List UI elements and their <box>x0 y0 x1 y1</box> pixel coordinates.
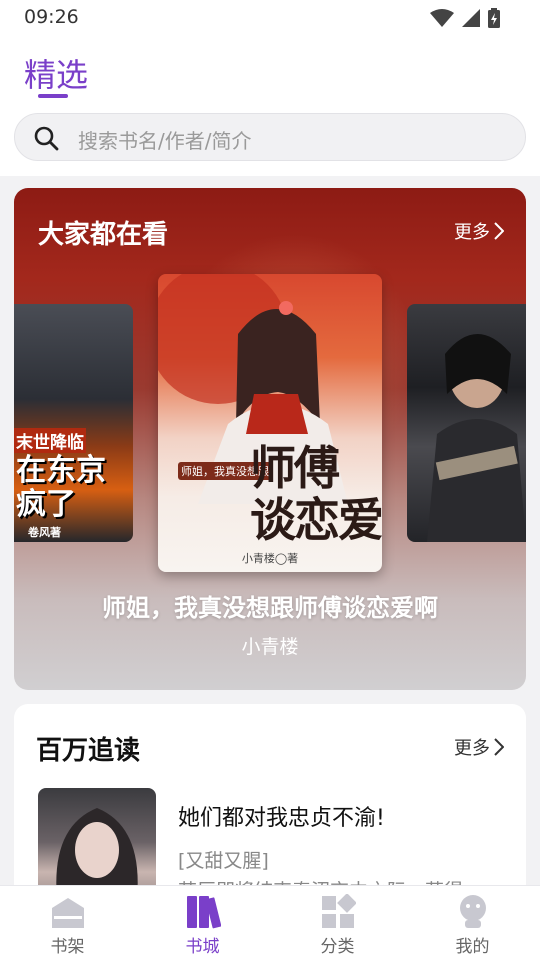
bottom-tab-bar: 书架 书城 分类 我的 <box>0 885 540 960</box>
wifi-icon <box>430 9 454 27</box>
tab-category[interactable]: 分类 <box>270 886 405 960</box>
battery-icon <box>488 8 500 28</box>
signal-icon <box>462 9 480 27</box>
cover-right-figure <box>427 334 526 542</box>
profile-icon <box>460 895 486 928</box>
hot-more-label: 更多 <box>454 222 490 243</box>
cover-left-tag: 末世降临 <box>14 428 86 453</box>
hot-books-card: 大家都在看 更多 末世降临 在东京 疯了 卷风著 师姐，我真没想跟 师傅 谈恋爱… <box>14 188 526 690</box>
book-item-tags: [又甜又腥] <box>178 850 269 872</box>
million-section-title: 百万追读 <box>36 736 141 766</box>
tab-bookshelf[interactable]: 书架 <box>0 886 135 960</box>
bookshelf-icon <box>52 898 84 928</box>
tab-label: 我的 <box>455 937 490 957</box>
page-title[interactable]: 精选 <box>24 50 88 96</box>
header: 精选 搜索书名/作者/简介 <box>0 34 540 176</box>
book-cover-featured[interactable]: 师姐，我真没想跟 师傅 谈恋爱 小青楼◯著 <box>158 274 382 572</box>
chevron-right-icon <box>494 222 504 240</box>
tab-label: 书架 <box>50 937 85 957</box>
book-cover-right[interactable] <box>407 304 526 542</box>
search-placeholder[interactable]: 搜索书名/作者/简介 <box>78 125 251 154</box>
books-icon <box>187 896 221 929</box>
tab-bookstore[interactable]: 书城 <box>135 886 270 960</box>
cover-left-title: 在东京 疯了 <box>16 453 106 522</box>
hot-section-title: 大家都在看 <box>38 220 169 250</box>
tab-label: 分类 <box>320 937 355 957</box>
tab-label: 书城 <box>185 937 220 957</box>
status-bar: 09:26 <box>0 0 540 34</box>
featured-book-title[interactable]: 师姐，我真没想跟师傅谈恋爱啊 <box>14 588 526 623</box>
title-underline <box>38 94 68 98</box>
chevron-right-icon <box>494 738 504 756</box>
cover-center-author: 小青楼◯著 <box>241 552 299 565</box>
status-time: 09:26 <box>24 6 79 28</box>
million-readers-card: 百万追读 更多 她们都对我忠贞不渝! [又甜又腥] 苏辰即将结束秦沼京中之际，获… <box>14 704 526 904</box>
cover-left-author: 卷风著 <box>28 526 61 539</box>
search-bar[interactable]: 搜索书名/作者/简介 <box>14 113 526 161</box>
hot-more-link[interactable]: 更多 <box>454 218 504 244</box>
million-more-label: 更多 <box>454 738 490 759</box>
book-item-title[interactable]: 她们都对我忠贞不渝! <box>178 800 385 832</box>
cover-center-title: 师傅 谈恋爱 <box>250 441 382 547</box>
book-cover-left[interactable]: 末世降临 在东京 疯了 卷风著 <box>14 304 133 542</box>
featured-book-author: 小青楼 <box>241 636 299 658</box>
status-icons <box>430 8 500 28</box>
category-grid-icon <box>322 894 356 928</box>
million-more-link[interactable]: 更多 <box>454 734 504 760</box>
search-icon <box>34 126 59 151</box>
tab-profile[interactable]: 我的 <box>405 886 540 960</box>
